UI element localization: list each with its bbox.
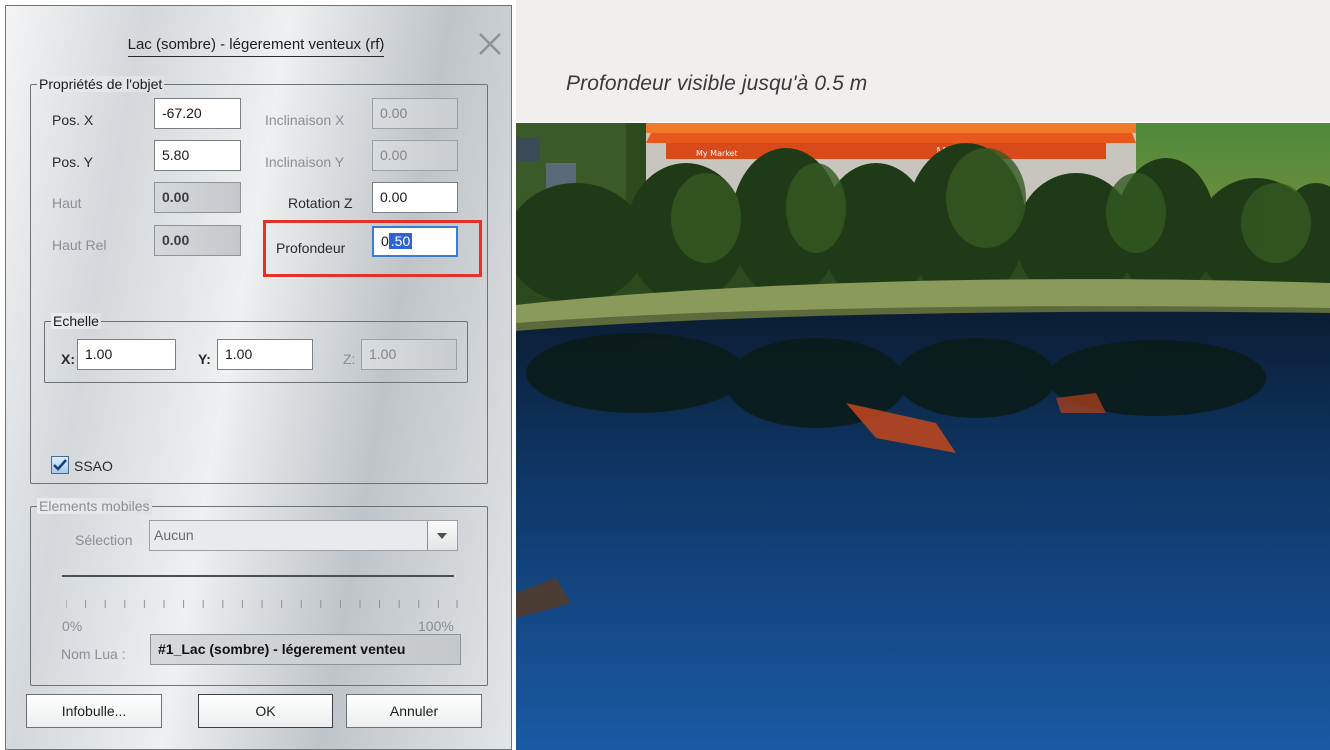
scale-x-label: X: <box>61 351 75 367</box>
profondeur-value-prefix: 0 <box>381 233 389 249</box>
scale-x-input[interactable]: 1.00 <box>77 339 176 370</box>
slider-track <box>62 575 454 577</box>
pos-y-input[interactable]: 5.80 <box>154 140 241 171</box>
nom-lua-field: #1_Lac (sombre) - légerement venteu <box>150 634 461 665</box>
object-properties-dialog: Lac (sombre) - légerement venteux (rf) P… <box>5 5 512 750</box>
selection-label: Sélection <box>75 532 133 548</box>
caption-band <box>516 0 1330 122</box>
pos-y-label: Pos. Y <box>52 154 93 170</box>
scene-render: My Market My M <box>516 123 1330 750</box>
inclinaison-x-label: Inclinaison X <box>265 112 345 128</box>
scale-z-label: Z: <box>343 351 356 367</box>
caption: Profondeur visible jusqu'à 0.5 m <box>566 72 868 95</box>
chevron-down-icon <box>437 533 447 539</box>
profondeur-label: Profondeur <box>276 240 346 256</box>
scale-y-input[interactable]: 1.00 <box>217 339 313 370</box>
dropdown-arrow <box>427 521 457 550</box>
slider-min-label: 0% <box>62 618 83 634</box>
haut-rel-label: Haut Rel <box>52 237 107 253</box>
close-icon[interactable] <box>474 28 506 60</box>
selection-value: Aucun <box>154 527 194 543</box>
profondeur-selection: .50 <box>388 233 413 249</box>
ssao-checkbox[interactable] <box>51 456 69 474</box>
nom-lua-label: Nom Lua : <box>61 646 126 662</box>
inclinaison-y-label: Inclinaison Y <box>265 154 345 170</box>
selection-dropdown: Aucun <box>149 520 458 551</box>
elements-mobiles-group-label: Elements mobiles <box>37 498 152 514</box>
haut-input: 0.00 <box>154 182 241 213</box>
scene-image: My Market My M <box>516 123 1330 750</box>
rotation-z-label: Rotation Z <box>288 195 353 211</box>
properties-group-label: Propriétés de l'objet <box>37 76 165 92</box>
checkmark-icon <box>53 459 67 471</box>
dialog-title: Lac (sombre) - légerement venteux (rf) <box>6 36 506 57</box>
profondeur-input[interactable]: 0.50 <box>372 226 458 257</box>
market-sign-1: My Market <box>696 149 738 158</box>
inclinaison-y-input: 0.00 <box>372 140 458 171</box>
inclinaison-x-input: 0.00 <box>372 98 458 129</box>
pos-x-input[interactable]: -67.20 <box>154 98 241 129</box>
ok-button[interactable]: OK <box>198 694 333 728</box>
haut-label: Haut <box>52 195 82 211</box>
haut-rel-input: 0.00 <box>154 225 241 256</box>
slider-ticks <box>66 600 458 608</box>
echelle-group-label: Echelle <box>51 313 101 329</box>
scale-y-label: Y: <box>198 351 211 367</box>
ssao-label: SSAO <box>74 458 113 474</box>
rotation-z-input[interactable]: 0.00 <box>372 182 458 213</box>
pos-x-label: Pos. X <box>52 112 94 128</box>
slider-max-label: 100% <box>418 618 454 634</box>
infobulle-button[interactable]: Infobulle... <box>26 694 162 728</box>
annuler-button[interactable]: Annuler <box>346 694 482 728</box>
scale-z-input: 1.00 <box>361 339 457 370</box>
